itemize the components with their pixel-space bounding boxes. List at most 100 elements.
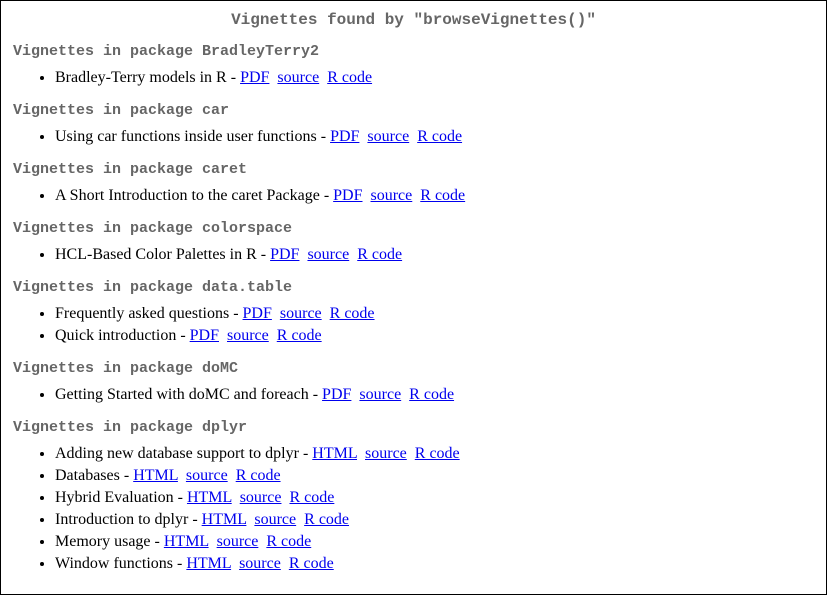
vignette-link-pdf[interactable]: PDF <box>322 386 351 403</box>
separator-dash: - <box>229 305 242 322</box>
package-name: doMC <box>202 360 238 377</box>
separator-dash: - <box>188 511 201 528</box>
packages-container: Vignettes in package BradleyTerry2 Bradle… <box>13 43 814 574</box>
package-heading: Vignettes in package car <box>13 102 814 119</box>
vignette-item: Window functions - HTML source R code <box>55 554 814 574</box>
separator-dash: - <box>257 246 270 263</box>
vignette-list: Using car functions inside user function… <box>13 127 814 147</box>
vignette-link-source[interactable]: source <box>217 533 259 550</box>
vignette-title: Using car functions inside user function… <box>55 128 317 145</box>
link-spacer <box>178 467 186 484</box>
vignette-link-pdf[interactable]: PDF <box>330 128 359 145</box>
package-heading-prefix: Vignettes in package <box>13 161 202 178</box>
vignette-link-source[interactable]: source <box>277 69 319 86</box>
link-spacer <box>232 489 240 506</box>
link-spacer <box>296 511 304 528</box>
vignette-list: Adding new database support to dplyr - H… <box>13 444 814 574</box>
vignette-link-pdf[interactable]: PDF <box>243 305 272 322</box>
vignette-link-source[interactable]: source <box>371 187 413 204</box>
separator-dash: - <box>176 327 189 344</box>
vignette-list: Getting Started with doMC and foreach - … <box>13 385 814 405</box>
vignette-link-source[interactable]: source <box>280 305 322 322</box>
vignette-link-r-code[interactable]: R code <box>357 246 402 263</box>
vignette-link-source[interactable]: source <box>240 489 282 506</box>
vignette-title: Memory usage <box>55 533 151 550</box>
separator-dash: - <box>227 69 240 86</box>
vignette-link-r-code[interactable]: R code <box>277 327 322 344</box>
vignette-title: Introduction to dplyr <box>55 511 188 528</box>
vignette-item: Bradley-Terry models in R - PDF source R… <box>55 68 814 88</box>
package-name: colorspace <box>202 220 292 237</box>
vignette-item: Quick introduction - PDF source R code <box>55 326 814 346</box>
vignette-link-html[interactable]: HTML <box>202 511 247 528</box>
link-spacer <box>401 386 409 403</box>
vignette-link-html[interactable]: HTML <box>186 555 231 572</box>
vignette-link-r-code[interactable]: R code <box>330 305 375 322</box>
link-spacer <box>269 327 277 344</box>
vignette-item: HCL-Based Color Palettes in R - PDF sour… <box>55 245 814 265</box>
vignette-link-r-code[interactable]: R code <box>266 533 311 550</box>
vignette-link-r-code[interactable]: R code <box>327 69 372 86</box>
vignette-link-source[interactable]: source <box>186 467 228 484</box>
vignette-title: Window functions <box>55 555 173 572</box>
vignette-link-r-code[interactable]: R code <box>415 445 460 462</box>
package-heading: Vignettes in package caret <box>13 161 814 178</box>
link-spacer <box>322 305 330 322</box>
vignette-title: Bradley-Terry models in R <box>55 69 227 86</box>
vignette-link-pdf[interactable]: PDF <box>190 327 219 344</box>
vignette-title: Adding new database support to dplyr <box>55 445 299 462</box>
separator-dash: - <box>174 489 187 506</box>
vignette-list: A Short Introduction to the caret Packag… <box>13 186 814 206</box>
vignette-title: Getting Started with doMC and foreach <box>55 386 309 403</box>
vignette-item: Adding new database support to dplyr - H… <box>55 444 814 464</box>
package-name: data.table <box>202 279 292 296</box>
vignette-link-html[interactable]: HTML <box>164 533 209 550</box>
vignette-item: Memory usage - HTML source R code <box>55 532 814 552</box>
vignette-link-pdf[interactable]: PDF <box>333 187 362 204</box>
vignette-item: Getting Started with doMC and foreach - … <box>55 385 814 405</box>
package-heading-prefix: Vignettes in package <box>13 419 202 436</box>
vignette-link-html[interactable]: HTML <box>312 445 357 462</box>
vignette-title: Hybrid Evaluation <box>55 489 174 506</box>
vignette-link-html[interactable]: HTML <box>133 467 178 484</box>
vignette-link-pdf[interactable]: PDF <box>270 246 299 263</box>
package-name: car <box>202 102 229 119</box>
link-spacer <box>281 555 289 572</box>
package-heading-prefix: Vignettes in package <box>13 279 202 296</box>
vignette-item: Frequently asked questions - PDF source … <box>55 304 814 324</box>
vignette-link-r-code[interactable]: R code <box>236 467 281 484</box>
separator-dash: - <box>320 187 333 204</box>
link-spacer <box>228 467 236 484</box>
vignette-link-r-code[interactable]: R code <box>420 187 465 204</box>
link-spacer <box>407 445 415 462</box>
vignette-link-source[interactable]: source <box>365 445 407 462</box>
vignette-link-r-code[interactable]: R code <box>289 555 334 572</box>
vignette-item: Hybrid Evaluation - HTML source R code <box>55 488 814 508</box>
vignette-link-source[interactable]: source <box>227 327 269 344</box>
separator-dash: - <box>173 555 186 572</box>
vignette-link-source[interactable]: source <box>359 386 401 403</box>
vignette-link-r-code[interactable]: R code <box>409 386 454 403</box>
vignette-link-html[interactable]: HTML <box>187 489 232 506</box>
vignette-link-r-code[interactable]: R code <box>417 128 462 145</box>
package-heading: Vignettes in package dplyr <box>13 419 814 436</box>
vignette-link-source[interactable]: source <box>254 511 296 528</box>
vignette-title: Databases <box>55 467 120 484</box>
package-heading: Vignettes in package BradleyTerry2 <box>13 43 814 60</box>
link-spacer <box>409 128 417 145</box>
link-spacer <box>209 533 217 550</box>
vignette-link-r-code[interactable]: R code <box>289 489 334 506</box>
vignette-link-pdf[interactable]: PDF <box>240 69 269 86</box>
vignette-title: Quick introduction <box>55 327 176 344</box>
package-heading: Vignettes in package colorspace <box>13 220 814 237</box>
vignette-title: HCL-Based Color Palettes in R <box>55 246 257 263</box>
vignette-link-source[interactable]: source <box>239 555 281 572</box>
vignette-list: Bradley-Terry models in R - PDF source R… <box>13 68 814 88</box>
vignette-link-source[interactable]: source <box>307 246 349 263</box>
package-heading: Vignettes in package doMC <box>13 360 814 377</box>
vignette-list: HCL-Based Color Palettes in R - PDF sour… <box>13 245 814 265</box>
vignette-link-r-code[interactable]: R code <box>304 511 349 528</box>
separator-dash: - <box>120 467 133 484</box>
separator-dash: - <box>317 128 330 145</box>
vignette-link-source[interactable]: source <box>367 128 409 145</box>
